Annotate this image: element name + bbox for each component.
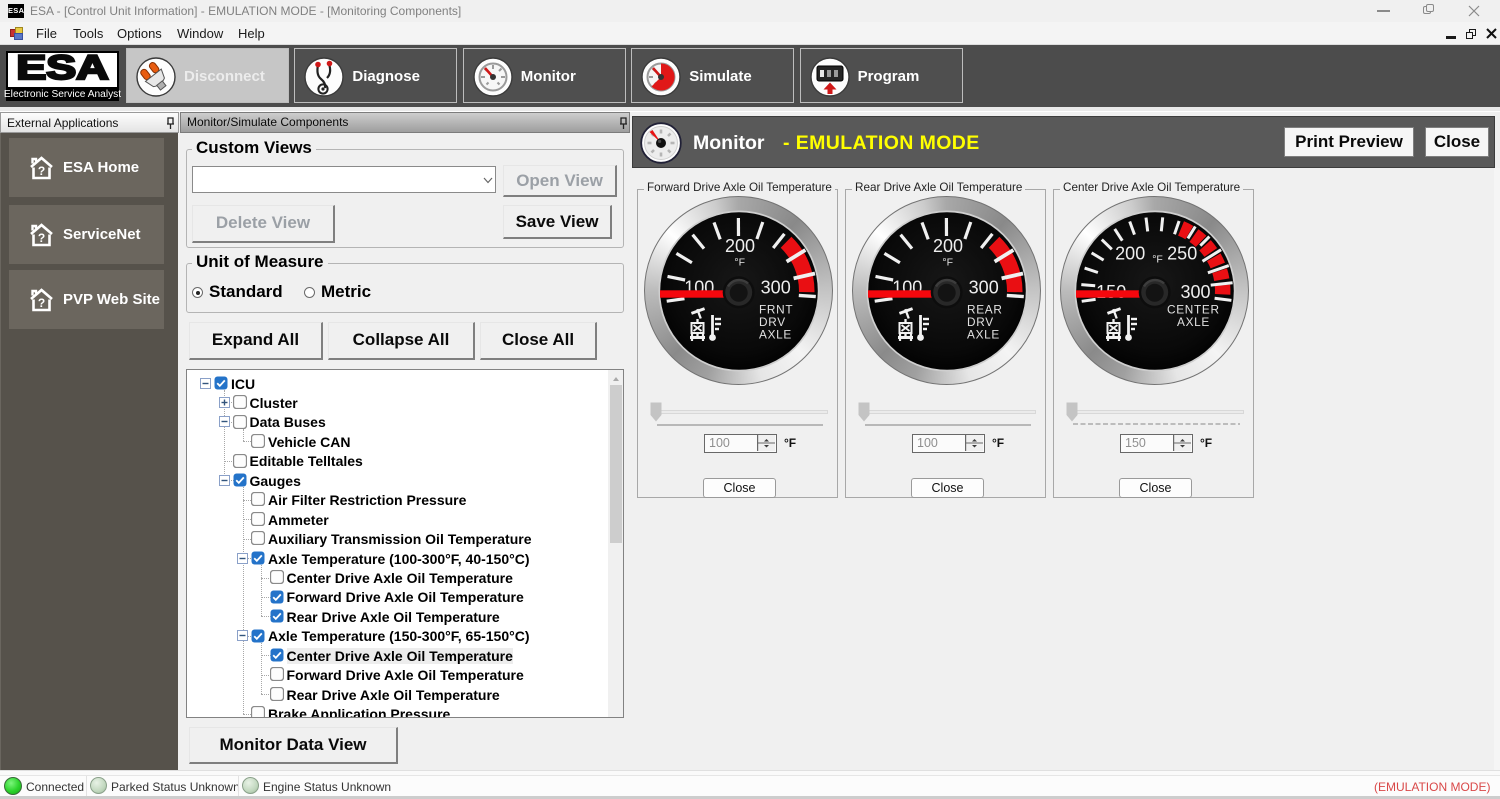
svg-text:AXLE: AXLE <box>759 328 792 342</box>
svg-text:°F: °F <box>942 257 953 269</box>
svg-text:?: ? <box>38 164 45 178</box>
svg-text:?: ? <box>38 231 45 245</box>
svg-text:250: 250 <box>1167 244 1197 264</box>
svg-text:°F: °F <box>734 257 745 269</box>
svg-text:300: 300 <box>969 278 999 298</box>
svg-text:300: 300 <box>1180 282 1210 302</box>
svg-text:200: 200 <box>1115 244 1145 264</box>
svg-text:200: 200 <box>933 236 963 256</box>
svg-text:200: 200 <box>725 236 755 256</box>
svg-text:?: ? <box>38 296 45 310</box>
svg-text:300: 300 <box>761 278 791 298</box>
svg-text:AXLE: AXLE <box>967 328 1000 342</box>
svg-text:°F: °F <box>1152 254 1163 266</box>
svg-text:AXLE: AXLE <box>1177 315 1210 329</box>
